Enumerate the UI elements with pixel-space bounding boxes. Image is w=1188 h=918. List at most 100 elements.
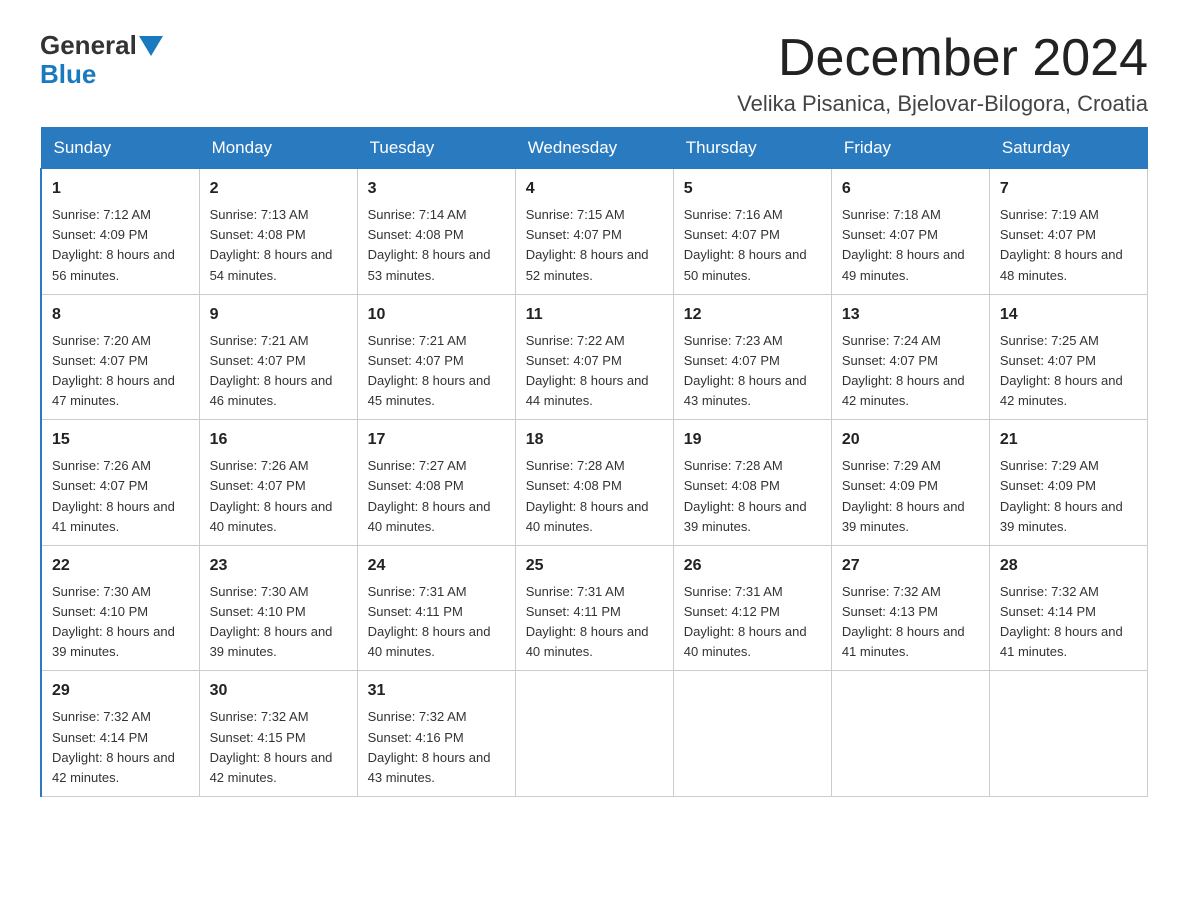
calendar-cell: 11 Sunrise: 7:22 AMSunset: 4:07 PMDaylig… — [515, 294, 673, 420]
calendar-week-4: 22 Sunrise: 7:30 AMSunset: 4:10 PMDaylig… — [41, 545, 1148, 671]
day-info: Sunrise: 7:26 AMSunset: 4:07 PMDaylight:… — [210, 458, 333, 533]
day-info: Sunrise: 7:26 AMSunset: 4:07 PMDaylight:… — [52, 458, 175, 533]
calendar-week-1: 1 Sunrise: 7:12 AMSunset: 4:09 PMDayligh… — [41, 169, 1148, 295]
calendar-cell — [989, 671, 1147, 797]
day-info: Sunrise: 7:32 AMSunset: 4:16 PMDaylight:… — [368, 709, 491, 784]
calendar-cell: 24 Sunrise: 7:31 AMSunset: 4:11 PMDaylig… — [357, 545, 515, 671]
day-number: 13 — [842, 303, 979, 327]
calendar-cell: 19 Sunrise: 7:28 AMSunset: 4:08 PMDaylig… — [673, 420, 831, 546]
logo-blue-text: Blue — [40, 59, 96, 90]
day-info: Sunrise: 7:21 AMSunset: 4:07 PMDaylight:… — [368, 333, 491, 408]
day-info: Sunrise: 7:30 AMSunset: 4:10 PMDaylight:… — [52, 584, 175, 659]
day-number: 29 — [52, 679, 189, 703]
day-info: Sunrise: 7:32 AMSunset: 4:15 PMDaylight:… — [210, 709, 333, 784]
calendar-cell: 7 Sunrise: 7:19 AMSunset: 4:07 PMDayligh… — [989, 169, 1147, 295]
day-info: Sunrise: 7:13 AMSunset: 4:08 PMDaylight:… — [210, 207, 333, 282]
weekday-header-thursday: Thursday — [673, 128, 831, 169]
logo-general-text: General — [40, 30, 137, 61]
calendar-cell: 4 Sunrise: 7:15 AMSunset: 4:07 PMDayligh… — [515, 169, 673, 295]
calendar-cell: 23 Sunrise: 7:30 AMSunset: 4:10 PMDaylig… — [199, 545, 357, 671]
day-info: Sunrise: 7:18 AMSunset: 4:07 PMDaylight:… — [842, 207, 965, 282]
title-block: December 2024 Velika Pisanica, Bjelovar-… — [737, 30, 1148, 117]
day-number: 20 — [842, 428, 979, 452]
logo-triangle-icon — [139, 36, 163, 56]
day-number: 11 — [526, 303, 663, 327]
day-number: 24 — [368, 554, 505, 578]
day-number: 26 — [684, 554, 821, 578]
day-number: 28 — [1000, 554, 1137, 578]
day-number: 2 — [210, 177, 347, 201]
weekday-header-tuesday: Tuesday — [357, 128, 515, 169]
day-info: Sunrise: 7:21 AMSunset: 4:07 PMDaylight:… — [210, 333, 333, 408]
day-number: 15 — [52, 428, 189, 452]
day-number: 21 — [1000, 428, 1137, 452]
calendar-cell: 1 Sunrise: 7:12 AMSunset: 4:09 PMDayligh… — [41, 169, 199, 295]
day-number: 6 — [842, 177, 979, 201]
weekday-header-sunday: Sunday — [41, 128, 199, 169]
calendar-cell: 14 Sunrise: 7:25 AMSunset: 4:07 PMDaylig… — [989, 294, 1147, 420]
calendar-cell: 21 Sunrise: 7:29 AMSunset: 4:09 PMDaylig… — [989, 420, 1147, 546]
day-info: Sunrise: 7:28 AMSunset: 4:08 PMDaylight:… — [526, 458, 649, 533]
location-subtitle: Velika Pisanica, Bjelovar-Bilogora, Croa… — [737, 91, 1148, 117]
weekday-header-monday: Monday — [199, 128, 357, 169]
day-info: Sunrise: 7:28 AMSunset: 4:08 PMDaylight:… — [684, 458, 807, 533]
page-header: General Blue December 2024 Velika Pisani… — [40, 30, 1148, 117]
day-number: 31 — [368, 679, 505, 703]
day-number: 4 — [526, 177, 663, 201]
weekday-header-friday: Friday — [831, 128, 989, 169]
calendar-cell — [515, 671, 673, 797]
calendar-cell: 8 Sunrise: 7:20 AMSunset: 4:07 PMDayligh… — [41, 294, 199, 420]
calendar-table: SundayMondayTuesdayWednesdayThursdayFrid… — [40, 127, 1148, 797]
day-number: 27 — [842, 554, 979, 578]
calendar-cell: 28 Sunrise: 7:32 AMSunset: 4:14 PMDaylig… — [989, 545, 1147, 671]
day-number: 30 — [210, 679, 347, 703]
day-info: Sunrise: 7:30 AMSunset: 4:10 PMDaylight:… — [210, 584, 333, 659]
day-number: 25 — [526, 554, 663, 578]
day-info: Sunrise: 7:24 AMSunset: 4:07 PMDaylight:… — [842, 333, 965, 408]
day-number: 22 — [52, 554, 189, 578]
calendar-cell: 3 Sunrise: 7:14 AMSunset: 4:08 PMDayligh… — [357, 169, 515, 295]
day-number: 19 — [684, 428, 821, 452]
calendar-cell: 22 Sunrise: 7:30 AMSunset: 4:10 PMDaylig… — [41, 545, 199, 671]
calendar-cell: 17 Sunrise: 7:27 AMSunset: 4:08 PMDaylig… — [357, 420, 515, 546]
day-info: Sunrise: 7:32 AMSunset: 4:13 PMDaylight:… — [842, 584, 965, 659]
calendar-cell: 27 Sunrise: 7:32 AMSunset: 4:13 PMDaylig… — [831, 545, 989, 671]
day-info: Sunrise: 7:32 AMSunset: 4:14 PMDaylight:… — [52, 709, 175, 784]
calendar-week-5: 29 Sunrise: 7:32 AMSunset: 4:14 PMDaylig… — [41, 671, 1148, 797]
weekday-header-saturday: Saturday — [989, 128, 1147, 169]
day-number: 7 — [1000, 177, 1137, 201]
day-info: Sunrise: 7:12 AMSunset: 4:09 PMDaylight:… — [52, 207, 175, 282]
day-number: 9 — [210, 303, 347, 327]
day-info: Sunrise: 7:16 AMSunset: 4:07 PMDaylight:… — [684, 207, 807, 282]
day-number: 18 — [526, 428, 663, 452]
calendar-cell: 6 Sunrise: 7:18 AMSunset: 4:07 PMDayligh… — [831, 169, 989, 295]
day-info: Sunrise: 7:31 AMSunset: 4:11 PMDaylight:… — [368, 584, 491, 659]
calendar-week-3: 15 Sunrise: 7:26 AMSunset: 4:07 PMDaylig… — [41, 420, 1148, 546]
day-info: Sunrise: 7:32 AMSunset: 4:14 PMDaylight:… — [1000, 584, 1123, 659]
day-info: Sunrise: 7:29 AMSunset: 4:09 PMDaylight:… — [842, 458, 965, 533]
logo: General Blue — [40, 30, 165, 90]
day-number: 8 — [52, 303, 189, 327]
day-info: Sunrise: 7:22 AMSunset: 4:07 PMDaylight:… — [526, 333, 649, 408]
calendar-cell: 31 Sunrise: 7:32 AMSunset: 4:16 PMDaylig… — [357, 671, 515, 797]
calendar-cell: 10 Sunrise: 7:21 AMSunset: 4:07 PMDaylig… — [357, 294, 515, 420]
calendar-cell: 25 Sunrise: 7:31 AMSunset: 4:11 PMDaylig… — [515, 545, 673, 671]
day-info: Sunrise: 7:20 AMSunset: 4:07 PMDaylight:… — [52, 333, 175, 408]
day-info: Sunrise: 7:29 AMSunset: 4:09 PMDaylight:… — [1000, 458, 1123, 533]
calendar-cell: 13 Sunrise: 7:24 AMSunset: 4:07 PMDaylig… — [831, 294, 989, 420]
calendar-cell: 15 Sunrise: 7:26 AMSunset: 4:07 PMDaylig… — [41, 420, 199, 546]
calendar-cell: 5 Sunrise: 7:16 AMSunset: 4:07 PMDayligh… — [673, 169, 831, 295]
weekday-header-row: SundayMondayTuesdayWednesdayThursdayFrid… — [41, 128, 1148, 169]
day-number: 17 — [368, 428, 505, 452]
day-info: Sunrise: 7:19 AMSunset: 4:07 PMDaylight:… — [1000, 207, 1123, 282]
calendar-cell: 9 Sunrise: 7:21 AMSunset: 4:07 PMDayligh… — [199, 294, 357, 420]
calendar-cell: 18 Sunrise: 7:28 AMSunset: 4:08 PMDaylig… — [515, 420, 673, 546]
calendar-week-2: 8 Sunrise: 7:20 AMSunset: 4:07 PMDayligh… — [41, 294, 1148, 420]
day-number: 5 — [684, 177, 821, 201]
day-info: Sunrise: 7:14 AMSunset: 4:08 PMDaylight:… — [368, 207, 491, 282]
calendar-cell: 12 Sunrise: 7:23 AMSunset: 4:07 PMDaylig… — [673, 294, 831, 420]
day-number: 1 — [52, 177, 189, 201]
weekday-header-wednesday: Wednesday — [515, 128, 673, 169]
calendar-cell — [673, 671, 831, 797]
day-info: Sunrise: 7:23 AMSunset: 4:07 PMDaylight:… — [684, 333, 807, 408]
